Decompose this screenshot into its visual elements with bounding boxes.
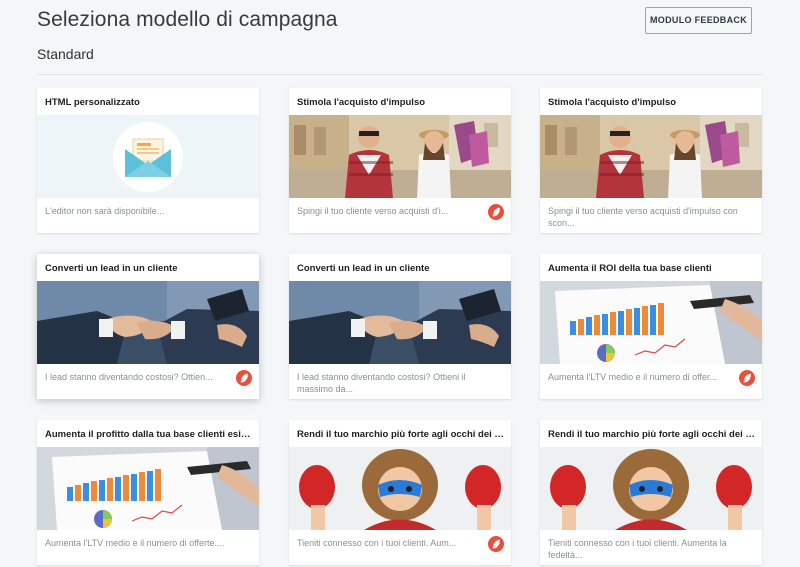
- card-description: Spingi il tuo cliente verso acquisti d'i…: [548, 206, 738, 228]
- card-title: Converti un lead in un cliente: [45, 263, 178, 274]
- handshake-photo: [37, 281, 259, 364]
- card-description: Tieniti connesso con i tuoi clienti. Aum…: [548, 538, 727, 560]
- card-description: I lead stanno diventando costosi? Ottien…: [297, 372, 466, 394]
- business-chart-photo: [540, 281, 762, 364]
- handshake-photo: [289, 281, 511, 364]
- business-chart-photo: [37, 447, 259, 530]
- shopping-couple-photo: [289, 115, 511, 198]
- section-divider: [37, 74, 763, 75]
- feather-icon: [488, 536, 504, 552]
- template-card[interactable]: HTML personalizzato L'editor non sarà di…: [37, 88, 259, 233]
- template-card[interactable]: Rendi il tuo marchio più forte agli occh…: [289, 420, 511, 565]
- card-description: L'editor non sarà disponibile...: [45, 206, 165, 216]
- page-title: Seleziona modello di campagna: [37, 8, 338, 31]
- card-title: Converti un lead in un cliente: [297, 263, 430, 274]
- feather-icon: [488, 204, 504, 220]
- card-title: Aumenta il ROI della tua base clienti: [548, 263, 712, 274]
- template-card[interactable]: Rendi il tuo marchio più forte agli occh…: [540, 420, 762, 565]
- card-description: Aumenta l'LTV medio e il numero di offer…: [45, 538, 225, 548]
- shopping-couple-photo: [540, 115, 762, 198]
- card-description: I lead stanno diventando costosi? Ottien…: [45, 372, 213, 382]
- template-card[interactable]: Stimola l'acquisto d'impulso Spingi il t…: [289, 88, 511, 233]
- card-description: Tieniti connesso con i tuoi clienti. Aum…: [297, 538, 457, 548]
- feather-icon: [236, 370, 252, 386]
- card-title: Rendi il tuo marchio più forte agli occh…: [548, 429, 758, 440]
- envelope-icon: [37, 115, 259, 198]
- superhero-kid-photo: [289, 447, 511, 530]
- section-title: Standard: [37, 46, 94, 62]
- feedback-button[interactable]: MODULO FEEDBACK: [645, 7, 752, 34]
- card-description: Spingi il tuo cliente verso acquisti d'i…: [297, 206, 449, 216]
- card-description: Aumenta l'LTV medio e il numero di offer…: [548, 372, 717, 382]
- template-card[interactable]: Aumenta il ROI della tua base clienti Au…: [540, 254, 762, 399]
- template-card[interactable]: Aumenta il profitto dalla tua base clien…: [37, 420, 259, 565]
- superhero-kid-photo: [540, 447, 762, 530]
- card-title: HTML personalizzato: [45, 97, 140, 108]
- feather-icon: [739, 370, 755, 386]
- card-title: Stimola l'acquisto d'impulso: [297, 97, 426, 108]
- template-card[interactable]: Converti un lead in un cliente I lead st…: [289, 254, 511, 399]
- card-title: Rendi il tuo marchio più forte agli occh…: [297, 429, 507, 440]
- page-header: Seleziona modello di campagna MODULO FEE…: [0, 0, 800, 100]
- template-card[interactable]: Converti un lead in un cliente I lead st…: [37, 254, 259, 399]
- card-title: Aumenta il profitto dalla tua base clien…: [45, 429, 255, 440]
- card-title: Stimola l'acquisto d'impulso: [548, 97, 677, 108]
- template-card[interactable]: Stimola l'acquisto d'impulso Spingi il t…: [540, 88, 762, 233]
